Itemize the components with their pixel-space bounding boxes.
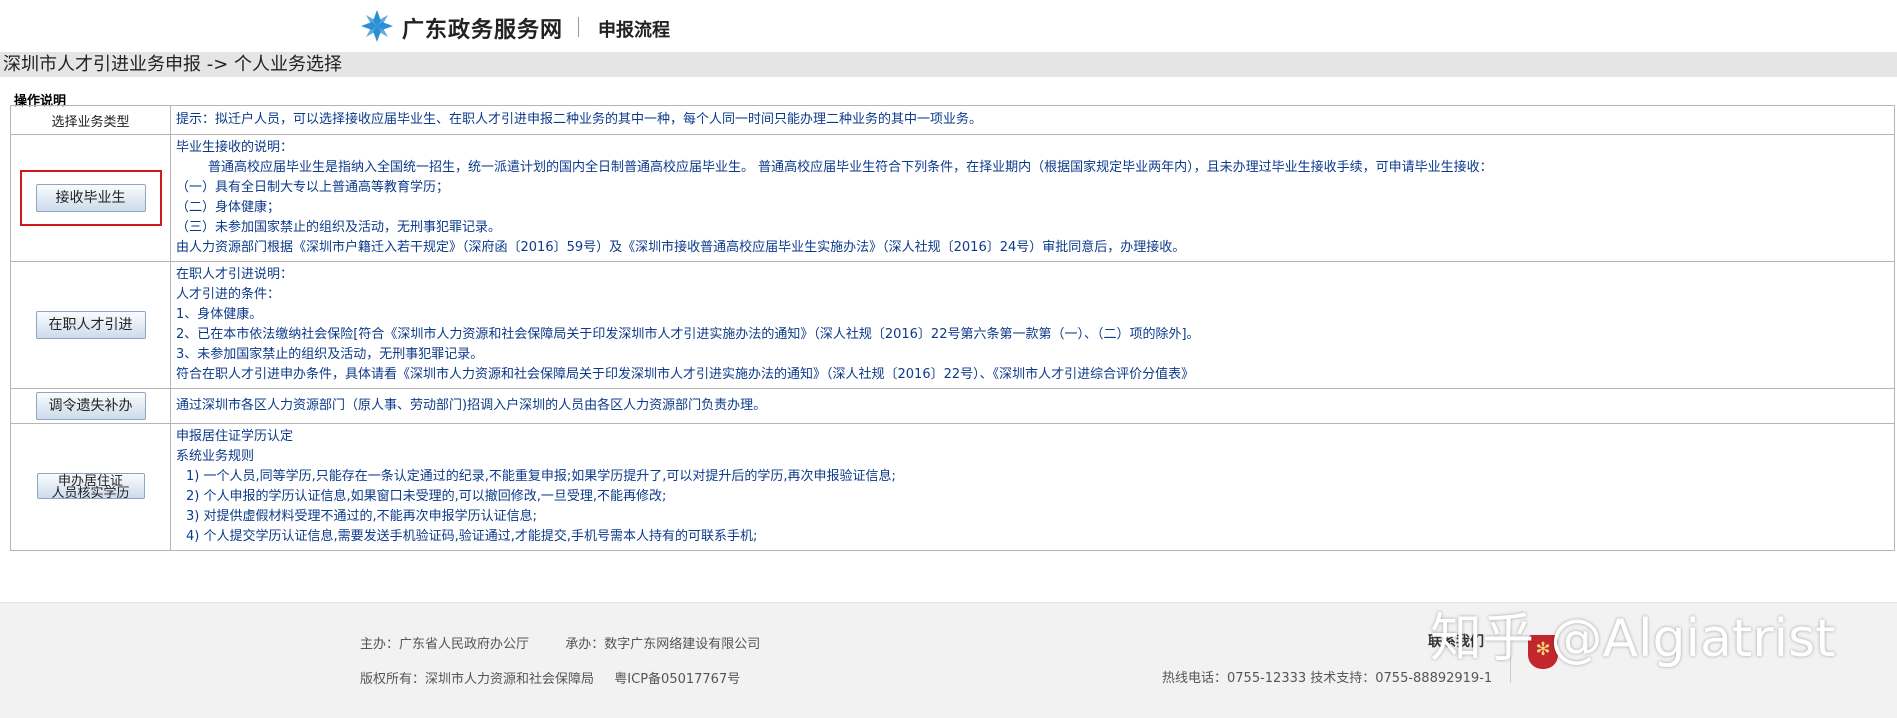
header-divider [578,17,579,37]
description-line: 2、已在本市依法缴纳社会保险[符合《深圳市人力资源和社会保障局关于印发深圳市人才… [176,327,1200,342]
description-line: （二）身体健康； [176,200,281,215]
site-name[interactable]: 广东政务服务网 [402,12,563,44]
description-line: 由人力资源部门根据《深圳市户籍迁入若干规定》（深府函〔2016〕59号）及《深圳… [176,240,1186,255]
table-row: 调令遗失补办 通过深圳市各区人力资源部门（原人事、劳动部门)招调入户深圳的人员由… [10,388,1895,424]
graduate-receive-button[interactable]: 接收毕业生 [35,184,146,212]
description-line: 申报居住证学历认定 [176,429,294,444]
business-type-table: 选择业务类型 提示：拟迁户人员，可以选择接收应届毕业生、在职人才引进申报二种业务… [10,105,1895,551]
description-cell: 在职人才引进说明： 人才引进的条件： 1、身体健康。 2、已在本市依法缴纳社会保… [170,261,1895,389]
description-line: （三）未参加国家禁止的组织及活动，无刑事犯罪记录。 [176,220,502,235]
description-cell: 申报居住证学历认定 系统业务规则 1) 一个人员,同等学历,只能存在一条认定通过… [170,423,1895,551]
description-line: 3、未参加国家禁止的组织及活动，无刑事犯罪记录。 [176,347,484,362]
description-line: 通过深圳市各区人力资源部门（原人事、劳动部门)招调入户深圳的人员由各区人力资源部… [176,398,767,413]
description-line: （一）具有全日制大专以上普通高等教育学历； [176,180,450,195]
talent-introduction-button[interactable]: 在职人才引进 [35,311,146,339]
footer-divider [1510,627,1511,683]
contact-us-link[interactable]: 联系我们 [1428,631,1484,651]
highlight-box: 接收毕业生 [19,170,162,226]
description-cell: 毕业生接收的说明： 普通高校应届毕业生是指纳入全国统一招生，统一派遣计划的国内全… [170,134,1895,262]
description-line: 毕业生接收的说明： [176,140,294,155]
button-cell: 申办居住证 人员核实学历 [10,423,171,551]
site-footer: 主办：广东省人民政府办公厅 承办：数字广东网络建设有限公司 版权所有：深圳市人力… [0,602,1897,718]
footer-sponsor-line: 主办：广东省人民政府办公厅 承办：数字广东网络建设有限公司 [360,633,760,652]
description-line: 1) 一个人员,同等学历,只能存在一条认定通过的纪录,不能重复申报;如果学历提升… [186,469,896,484]
footer-icp[interactable]: 粤ICP备05017767号 [614,672,740,687]
footer-copyright-line: 版权所有：深圳市人力资源和社会保障局 粤ICP备05017767号 [360,668,740,687]
table-row: 接收毕业生 毕业生接收的说明： 普通高校应届毕业生是指纳入全国统一招生，统一派遣… [10,134,1895,262]
header-label-cell: 选择业务类型 [10,105,171,135]
table-row: 在职人才引进 在职人才引进说明： 人才引进的条件： 1、身体健康。 2、已在本市… [10,261,1895,389]
description-line: 人才引进的条件： [176,287,281,302]
residence-permit-education-verify-button[interactable]: 申办居住证 人员核实学历 [36,473,145,501]
button-cell: 接收毕业生 [10,134,171,262]
page-title: 申报流程 [598,20,670,41]
transfer-order-reissue-button[interactable]: 调令遗失补办 [35,392,146,420]
tip-text: 提示：拟迁户人员，可以选择接收应届毕业生、在职人才引进申报二种业务的其中一种，每… [170,105,1895,135]
button-cell: 在职人才引进 [10,261,171,389]
description-line: 符合在职人才引进申办条件，具体请看《深圳市人力资源和社会保障局关于印发深圳市人才… [176,367,1195,382]
description-line: 1、身体健康。 [176,307,263,322]
description-line: 2) 个人申报的学历认证信息,如果窗口未受理的,可以撤回修改,一旦受理,不能再修… [186,489,667,504]
footer-operator: 承办：数字广东网络建设有限公司 [565,637,761,652]
gov-badge-icon[interactable]: ✻ [1528,635,1558,669]
button-cell: 调令遗失补办 [10,388,171,424]
main-content: 操作说明 选择业务类型 提示：拟迁户人员，可以选择接收应届毕业生、在职人才引进申… [0,77,1897,553]
description-line: 3) 对提供虚假材料受理不通过的,不能再次申报学历认证信息; [186,509,537,524]
description-line: 在职人才引进说明： [176,267,294,282]
description-line: 系统业务规则 [176,449,255,464]
button-label-line: 人员核实学历 [51,486,130,501]
footer-copyright: 版权所有：深圳市人力资源和社会保障局 [360,672,595,687]
description-line: 普通高校应届毕业生是指纳入全国统一招生，统一派遣计划的国内全日制普通高校应届毕业… [208,160,1493,175]
breadcrumb: 深圳市人才引进业务申报 -> 个人业务选择 [0,52,1897,77]
table-header-row: 选择业务类型 提示：拟迁户人员，可以选择接收应届毕业生、在职人才引进申报二种业务… [10,105,1895,135]
footer-hotline: 热线电话：0755-12333 技术支持：0755-88892919-1 [1162,671,1493,686]
guangdong-gov-logo-icon[interactable] [360,9,394,43]
description-cell: 通过深圳市各区人力资源部门（原人事、劳动部门)招调入户深圳的人员由各区人力资源部… [170,388,1895,424]
description-line: 4) 个人提交学历认证信息,需要发送手机验证码,验证通过,才能提交,手机号需本人… [186,529,758,544]
site-header: 广东政务服务网 申报流程 [0,0,1897,52]
footer-sponsor: 主办：广东省人民政府办公厅 [360,637,530,652]
table-row: 申办居住证 人员核实学历 申报居住证学历认定 系统业务规则 1) 一个人员,同等… [10,423,1895,551]
